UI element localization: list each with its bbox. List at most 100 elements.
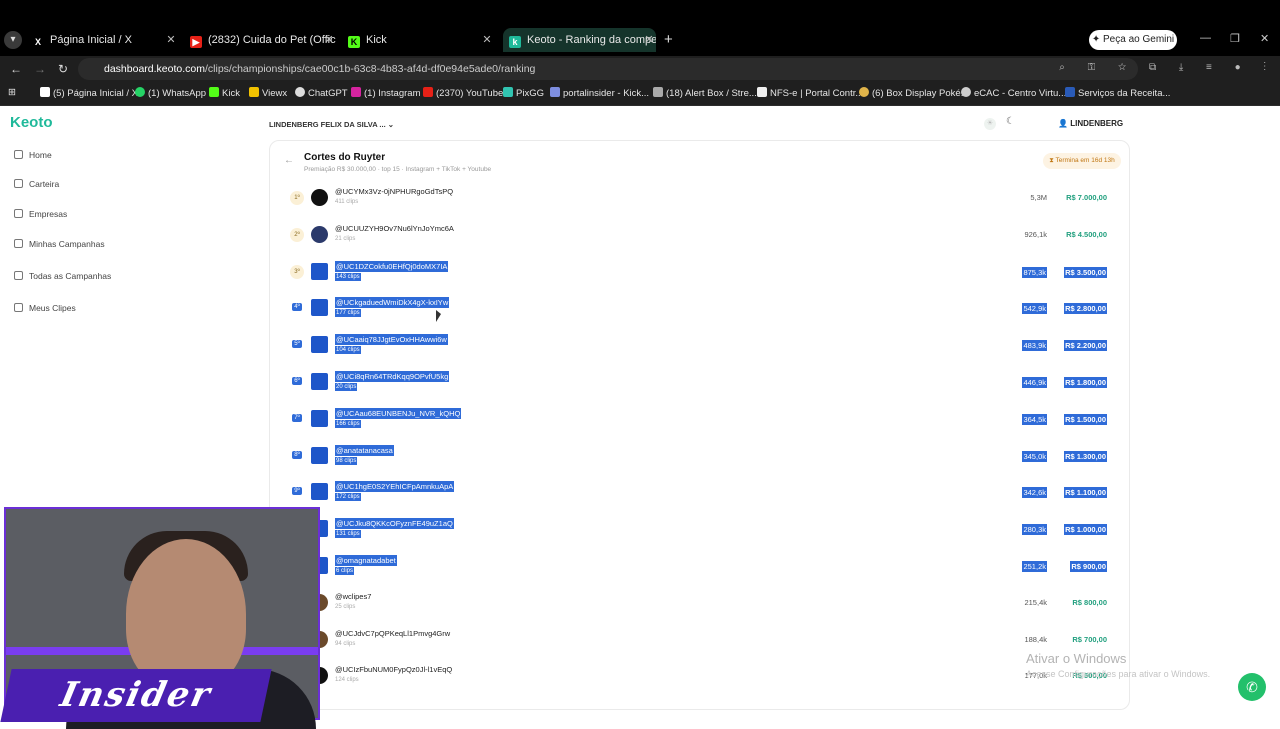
gemini-button[interactable]: ✦ Peça ao Gemini bbox=[1089, 30, 1177, 50]
rank-badge: 1º bbox=[290, 191, 304, 205]
address-toolbar: ← → ↻ dashboard.keoto.com/clips/champion… bbox=[0, 56, 1280, 82]
bookmark-pixgg[interactable]: PixGG bbox=[503, 87, 544, 99]
ranking-row[interactable]: 7º @UCAau68EUNBENJu_NVR_kQHQ 166 clips 364,… bbox=[284, 402, 1119, 438]
browser-tabbar: ▾ X Página Inicial / X ✕ ▶ (2832) Cuida do… bbox=[0, 0, 1280, 56]
window-close-icon[interactable]: ✕ bbox=[1260, 32, 1269, 45]
views-count: 188,4k bbox=[1024, 634, 1047, 644]
tab-youtube[interactable]: ▶ (2832) Cuida do Pet (Officia ✕ bbox=[190, 28, 336, 52]
chevron-down-icon: ⌄ bbox=[387, 120, 395, 129]
ranking-row[interactable]: 9º @UC1hgE0S2YEhICFpAmnkuApA 172 clips 342,… bbox=[284, 475, 1119, 511]
prize-amount: R$ 800,00 bbox=[1072, 597, 1107, 607]
creator-handle[interactable]: @UC1DZCokfu0EHfQj0doMX7IA bbox=[335, 260, 449, 272]
keoto-logo[interactable]: Keoto bbox=[10, 114, 53, 131]
whatsapp-icon[interactable]: ✆ bbox=[1238, 673, 1266, 701]
ranking-row[interactable]: 1º @UCYMx3Vz-0jNPHURgoGdTsPQ 411 clips 5,3M… bbox=[284, 181, 1119, 217]
views-count: 926,1k bbox=[1024, 229, 1047, 239]
rank-badge: 3º bbox=[290, 264, 304, 279]
bookmark-nfse[interactable]: NFS-e | Portal Contr... bbox=[757, 87, 863, 99]
apps-icon[interactable]: ⊞ bbox=[8, 87, 16, 98]
creator-handle[interactable]: @UCJdvC7pQPKeqLl1Pmvg4Grw bbox=[335, 629, 450, 638]
ranking-row[interactable]: 5º @UCaaiq78JJgtEvOxHHAwwi6w 104 clips 483,… bbox=[284, 328, 1119, 364]
bookmark-instagram[interactable]: (1) Instagram bbox=[351, 87, 421, 99]
bookmark-alertbox[interactable]: (18) Alert Box / Stre... bbox=[653, 87, 757, 99]
user-menu[interactable]: 👤 LINDENBERG bbox=[1058, 119, 1123, 128]
views-count: 215,4k bbox=[1024, 597, 1047, 607]
ranking-row[interactable]: 10º@UCJku8QKKcOFyznFE49uZ1aQ131 clips280… bbox=[284, 512, 1119, 548]
back-icon[interactable]: ← bbox=[10, 62, 22, 76]
rank-badge: 7º bbox=[292, 413, 302, 422]
creator-handle[interactable]: @UCIzFbuNUM0FypQz0Jl-l1vEqQ bbox=[335, 665, 452, 674]
tab-x[interactable]: X Página Inicial / X ✕ bbox=[32, 28, 178, 52]
ranking-row[interactable]: 12º@wclipes725 clips215,4kR$ 800,00 bbox=[284, 586, 1119, 622]
clips-count: 21 clips bbox=[335, 235, 356, 242]
insider-logo: Insider bbox=[0, 669, 272, 722]
bookmark-portalinsider[interactable]: portalinsider - Kick... bbox=[550, 87, 649, 99]
creator-handle[interactable]: @UCYMx3Vz-0jNPHURgoGdTsPQ bbox=[335, 187, 453, 196]
ranking-row[interactable]: 3º @UC1DZCokfu0EHfQj0doMX7IA 143 clips 875,… bbox=[284, 255, 1119, 291]
avatar bbox=[311, 446, 328, 464]
minimize-icon[interactable]: — bbox=[1200, 32, 1211, 44]
views-count: 483,9k bbox=[1022, 340, 1047, 352]
ends-badge: ⧗ Termina em 16d 13h bbox=[1043, 153, 1121, 169]
creator-handle[interactable]: @wclipes7 bbox=[335, 592, 371, 601]
sidebar-item-meus-clipes[interactable]: Meus Clipes bbox=[14, 303, 76, 313]
reload-icon[interactable]: ↻ bbox=[58, 62, 68, 76]
creator-handle[interactable]: @UCaaiq78JJgtEvOxHHAwwi6w bbox=[335, 334, 448, 346]
tab-kick[interactable]: K Kick ✕ bbox=[348, 28, 494, 52]
new-tab-button[interactable]: + bbox=[664, 31, 673, 48]
close-icon[interactable]: ✕ bbox=[164, 28, 178, 52]
close-icon[interactable]: ✕ bbox=[642, 28, 656, 52]
avatar bbox=[311, 262, 328, 280]
bookmark-viewx[interactable]: Viewx bbox=[249, 87, 287, 99]
ranking-row[interactable]: 6º @UCi8qRn64TRdKqq9OPvfU5kg 20 clips 446,9… bbox=[284, 365, 1119, 401]
sidebar-item-todas-campanhas[interactable]: Todas as Campanhas bbox=[14, 271, 111, 281]
creator-handle[interactable]: @UCUUZYH9Ov7Nu6lYnJoYmc6A bbox=[335, 224, 454, 233]
creator-handle[interactable]: @omagnatadabet bbox=[335, 555, 397, 566]
creator-handle[interactable]: @UCJku8QKKcOFyznFE49uZ1aQ bbox=[335, 518, 454, 530]
ranking-row[interactable]: 13º@UCJdvC7pQPKeqLl1Pmvg4Grw94 clips188,… bbox=[284, 623, 1119, 659]
bookmark-boxdisplay[interactable]: (6) Box Display Poké... bbox=[859, 87, 969, 99]
ranking-row[interactable]: 14º@UCIzFbuNUM0FypQz0Jl-l1vEqQ124 clips1… bbox=[284, 659, 1119, 695]
bookmark-ecac[interactable]: eCAC - Centro Virtu... bbox=[961, 87, 1066, 99]
building-icon bbox=[14, 209, 23, 218]
prize-amount: R$ 4.500,00 bbox=[1066, 229, 1107, 239]
forward-icon[interactable]: → bbox=[34, 62, 46, 76]
views-count: 364,5k bbox=[1022, 413, 1047, 425]
sidebar-item-minhas-campanhas[interactable]: Minhas Campanhas bbox=[14, 239, 105, 249]
toolbar-icons[interactable]: ⌕ ⚿ ☆ ⧉ ⤓ ≡ ● ⋮ bbox=[1059, 62, 1276, 73]
ranking-row[interactable]: 2º @UCUUZYH9Ov7Nu6lYnJoYmc6A 21 clips 926,1… bbox=[284, 218, 1119, 254]
creator-handle[interactable]: @UCAau68EUNBENJu_NVR_kQHQ bbox=[335, 407, 462, 419]
account-selector[interactable]: LINDENBERG FELIX DA SILVA ... ⌄ bbox=[269, 120, 394, 129]
tab-keoto[interactable]: kKeoto - Ranking da competição ✕ bbox=[503, 28, 656, 52]
bookmark-chatgpt[interactable]: ChatGPT bbox=[295, 87, 348, 99]
ranking-row[interactable]: 8º @anatatanacasa 98 clips 345,0k R$ 1.300,0… bbox=[284, 439, 1119, 475]
rank-badge: 8º bbox=[292, 450, 302, 459]
campaign-title: Cortes do Ruyter bbox=[304, 152, 386, 163]
ranking-row[interactable]: 4º @UCkgaduedWmiDkX4gX-kxIYw 177 clips 542,… bbox=[284, 291, 1119, 327]
sidebar-item-home[interactable]: Home bbox=[14, 150, 52, 160]
bookmark-youtube[interactable]: (2370) YouTube bbox=[423, 87, 503, 99]
back-arrow-icon[interactable]: ← bbox=[284, 155, 294, 166]
clips-count: 25 clips bbox=[335, 603, 356, 610]
bookmark-receita[interactable]: Serviços da Receita... bbox=[1065, 87, 1170, 99]
creator-handle[interactable]: @anatatanacasa bbox=[335, 444, 394, 456]
views-count: 342,6k bbox=[1022, 487, 1047, 499]
light-theme-icon[interactable]: ☀ bbox=[984, 118, 996, 130]
close-icon[interactable]: ✕ bbox=[480, 28, 494, 52]
dark-theme-icon[interactable]: ☾ bbox=[1006, 116, 1015, 127]
bookmark-kick[interactable]: Kick bbox=[209, 87, 240, 99]
bookmark-x[interactable]: (5) Página Inicial / X bbox=[40, 87, 138, 99]
sidebar-item-empresas[interactable]: Empresas bbox=[14, 209, 67, 219]
bookmarks-bar: ⊞ (5) Página Inicial / X (1) WhatsApp Ki… bbox=[0, 82, 1280, 106]
creator-handle[interactable]: @UCi8qRn64TRdKqq9OPvfU5kg bbox=[335, 371, 450, 382]
tab-search-icon[interactable]: ▾ bbox=[4, 31, 22, 49]
creator-handle[interactable]: @UC1hgE0S2YEhICFpAmnkuApA bbox=[335, 481, 455, 493]
sidebar-item-carteira[interactable]: Carteira bbox=[14, 179, 59, 189]
close-icon[interactable]: ✕ bbox=[322, 28, 336, 52]
creator-handle[interactable]: @UCkgaduedWmiDkX4gX-kxIYw bbox=[335, 297, 450, 309]
restore-icon[interactable]: ❐ bbox=[1230, 32, 1240, 45]
ranking-row[interactable]: 11º@omagnatadabet6 clips251,2kR$ 900,00 bbox=[284, 549, 1119, 585]
mouse-cursor bbox=[436, 310, 441, 322]
bookmark-whatsapp[interactable]: (1) WhatsApp bbox=[135, 87, 206, 99]
url-field[interactable]: dashboard.keoto.com/clips/championships/… bbox=[78, 58, 1138, 80]
